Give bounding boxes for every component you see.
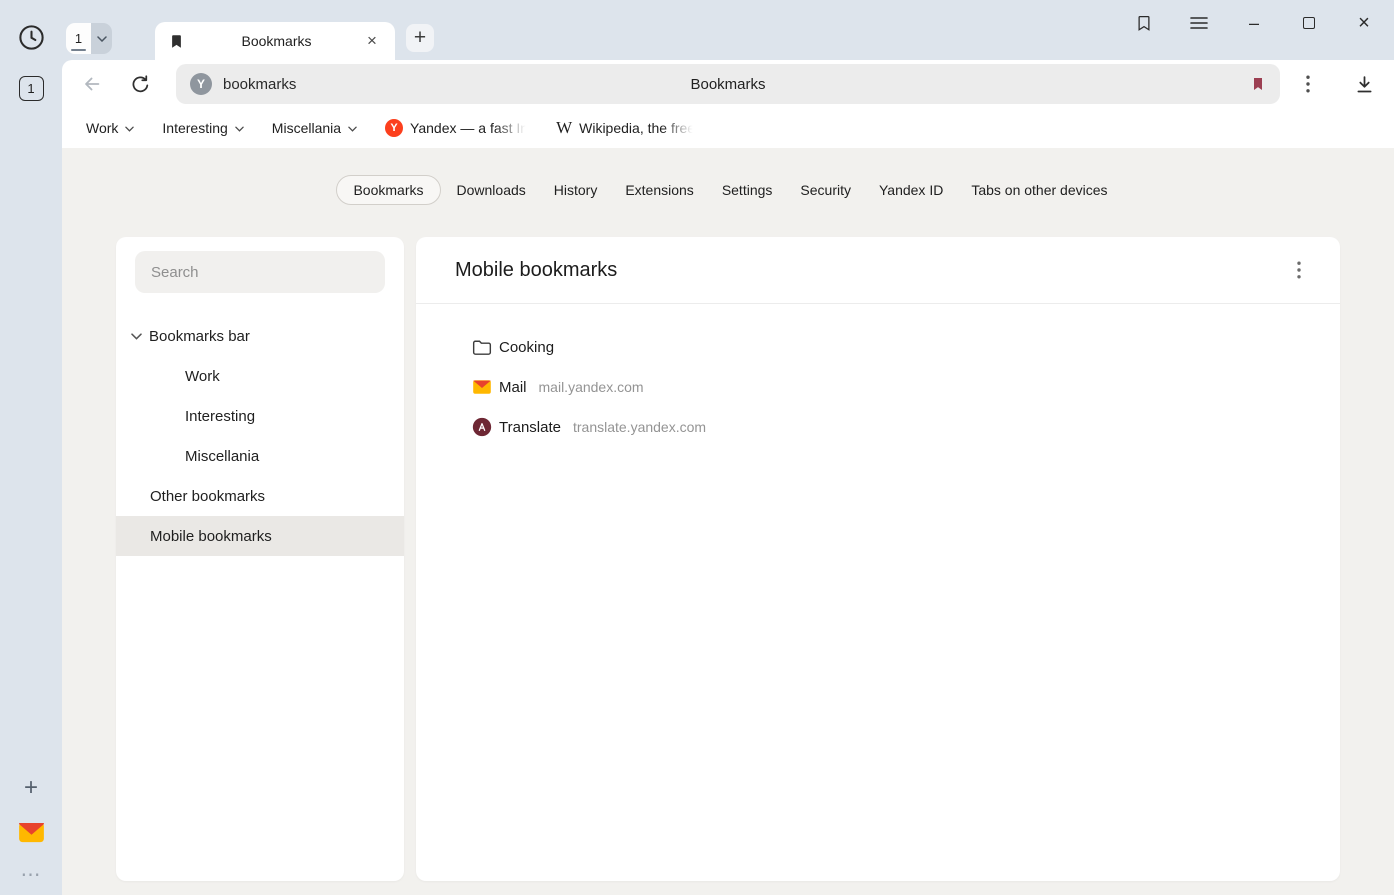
bookmark-link-label: Wikipedia, the free xyxy=(579,120,695,136)
rail-add-button[interactable]: + xyxy=(17,775,45,801)
bookmark-folder-label: Work xyxy=(86,120,118,136)
yandex-mail-icon xyxy=(18,832,45,847)
address-kebab-icon[interactable] xyxy=(1290,66,1326,102)
bookmark-name: Mail xyxy=(499,379,527,396)
nav-tab-settings[interactable]: Settings xyxy=(708,175,787,205)
yandex-mail-button[interactable] xyxy=(18,821,45,847)
tree-item-bookmarks-bar[interactable]: Bookmarks bar xyxy=(116,316,404,356)
tree-item-work[interactable]: Work xyxy=(116,356,404,396)
chevron-down-icon xyxy=(235,126,244,132)
search-input[interactable] xyxy=(135,251,385,293)
close-icon: × xyxy=(1358,12,1370,35)
translate-icon xyxy=(471,417,493,437)
tree-item-label: Work xyxy=(185,368,220,385)
mail-icon xyxy=(471,379,493,395)
new-tab-button[interactable]: + xyxy=(406,24,434,52)
tree-item-mobile-bookmarks[interactable]: Mobile bookmarks xyxy=(116,516,404,556)
bookmarks-bar-folder-work[interactable]: Work xyxy=(86,120,134,136)
manager-nav-tabs: Bookmarks Downloads History Extensions S… xyxy=(62,175,1394,205)
history-clock-button[interactable] xyxy=(16,24,46,54)
nav-tab-extensions[interactable]: Extensions xyxy=(611,175,707,205)
bookmark-flag-icon[interactable] xyxy=(1250,75,1266,93)
tab-group-count: 1 xyxy=(66,23,91,54)
minimize-icon: – xyxy=(1249,13,1259,34)
rail-more-button[interactable]: ⋯ xyxy=(21,867,42,883)
close-button[interactable]: × xyxy=(1350,3,1378,43)
bookmark-url: mail.yandex.com xyxy=(539,379,644,395)
maximize-button[interactable] xyxy=(1295,3,1323,43)
bookmarks-manager-page: Bookmarks Downloads History Extensions S… xyxy=(62,148,1394,895)
chevron-down-icon[interactable] xyxy=(131,333,142,340)
workspace-badge[interactable]: 1 xyxy=(19,76,44,101)
left-rail: 1 + ⋯ xyxy=(0,0,62,895)
bookmarks-bar-folder-miscellania[interactable]: Miscellania xyxy=(272,120,357,136)
nav-tab-security[interactable]: Security xyxy=(786,175,865,205)
folders-sidebar: Bookmarks bar Work Interesting Miscellan… xyxy=(116,237,404,881)
bookmark-tab-icon xyxy=(169,33,184,50)
panel-header: Mobile bookmarks xyxy=(416,237,1340,304)
bookmarks-bar-folder-interesting[interactable]: Interesting xyxy=(162,120,243,136)
address-page-title: Bookmarks xyxy=(176,76,1280,93)
bookmark-url: translate.yandex.com xyxy=(573,419,706,435)
bookmarks-bar-link-yandex[interactable]: Y Yandex — a fast In xyxy=(385,119,528,137)
tab-close-icon[interactable]: × xyxy=(361,30,383,52)
downloads-button[interactable] xyxy=(1346,66,1382,102)
bookmark-link-label: Yandex — a fast In xyxy=(410,120,528,136)
tree-item-label: Mobile bookmarks xyxy=(150,528,272,545)
tree-item-label: Miscellania xyxy=(185,448,259,465)
folder-tree: Bookmarks bar Work Interesting Miscellan… xyxy=(116,316,404,556)
bookmarks-bar: Work Interesting Miscellania Y Yandex — … xyxy=(62,108,1394,148)
bookmark-item-cooking[interactable]: Cooking xyxy=(416,327,1340,367)
bookmark-item-translate[interactable]: Translate translate.yandex.com xyxy=(416,407,1340,447)
bookmark-folder-label: Miscellania xyxy=(272,120,341,136)
address-bar[interactable]: Y bookmarks Bookmarks xyxy=(176,64,1280,104)
menu-icon[interactable] xyxy=(1185,3,1213,43)
bookmark-folder-label: Interesting xyxy=(162,120,227,136)
tree-item-interesting[interactable]: Interesting xyxy=(116,396,404,436)
browser-chrome: Y bookmarks Bookmarks Work Interesting xyxy=(62,60,1394,148)
folder-icon xyxy=(471,339,493,356)
minimize-button[interactable]: – xyxy=(1240,3,1268,43)
bookmarks-panel: Mobile bookmarks Cooking Mail mail.yande… xyxy=(416,237,1340,881)
browser-tab-bookmarks[interactable]: Bookmarks × xyxy=(155,22,395,60)
tree-item-other-bookmarks[interactable]: Other bookmarks xyxy=(116,476,404,516)
tree-item-label: Other bookmarks xyxy=(150,488,265,505)
bookmark-name: Cooking xyxy=(499,339,554,356)
tree-item-label: Bookmarks bar xyxy=(149,328,250,345)
clock-icon xyxy=(17,23,46,55)
nav-tab-other-devices[interactable]: Tabs on other devices xyxy=(957,175,1121,205)
bookmarks-bar-link-wikipedia[interactable]: W Wikipedia, the free xyxy=(556,119,695,137)
rail-bottom-group: + ⋯ xyxy=(0,775,62,883)
reload-button[interactable] xyxy=(122,66,158,102)
window-controls: – × xyxy=(1130,3,1378,43)
bookmark-name: Translate xyxy=(499,419,561,436)
maximize-icon xyxy=(1303,17,1315,29)
tree-item-label: Interesting xyxy=(185,408,255,425)
chevron-down-icon[interactable] xyxy=(91,23,112,54)
yandex-favicon: Y xyxy=(190,73,212,95)
tab-group-button[interactable]: 1 xyxy=(66,23,112,54)
side-panel-icon[interactable] xyxy=(1130,3,1158,43)
nav-tab-bookmarks[interactable]: Bookmarks xyxy=(336,175,440,205)
bookmark-list: Cooking Mail mail.yandex.com Translate t… xyxy=(416,304,1340,447)
tab-title: Bookmarks xyxy=(192,33,361,49)
wikipedia-icon: W xyxy=(556,119,572,137)
panel-kebab-icon[interactable] xyxy=(1284,255,1314,285)
address-url-text: bookmarks xyxy=(223,76,296,93)
chevron-down-icon xyxy=(348,126,357,132)
nav-tab-yandex-id[interactable]: Yandex ID xyxy=(865,175,957,205)
bookmark-item-mail[interactable]: Mail mail.yandex.com xyxy=(416,367,1340,407)
back-button[interactable] xyxy=(74,66,110,102)
nav-tab-downloads[interactable]: Downloads xyxy=(443,175,540,205)
tab-strip: 1 Bookmarks × + – × xyxy=(62,0,1394,60)
tree-item-miscellania[interactable]: Miscellania xyxy=(116,436,404,476)
nav-tab-history[interactable]: History xyxy=(540,175,612,205)
yandex-icon: Y xyxy=(385,119,403,137)
chevron-down-icon xyxy=(125,126,134,132)
toolbar: Y bookmarks Bookmarks xyxy=(62,60,1394,108)
page-title: Mobile bookmarks xyxy=(455,259,617,282)
